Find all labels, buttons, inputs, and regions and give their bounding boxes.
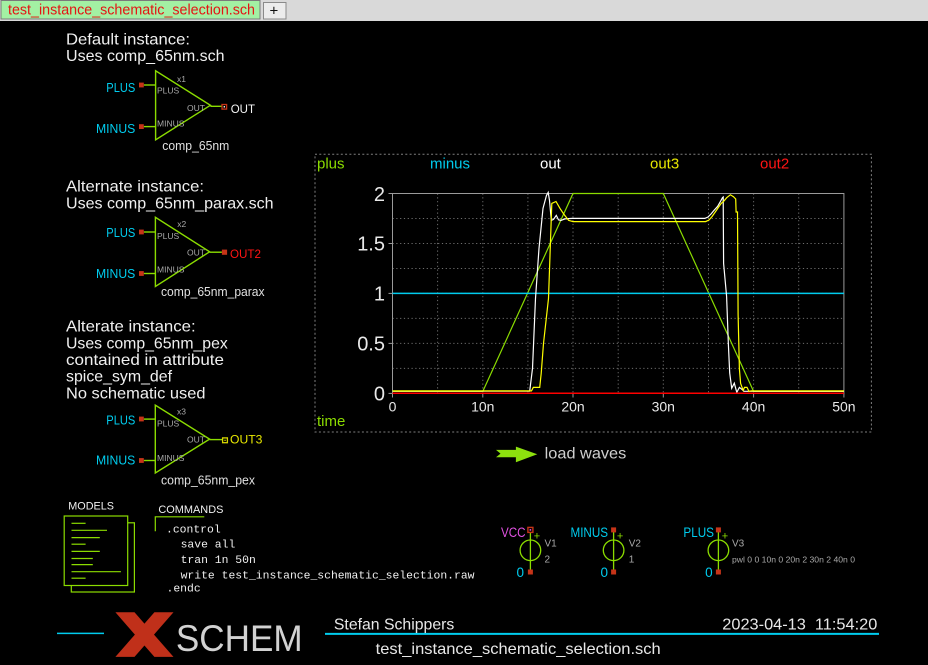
svg-text:Uses comp_65nm_pex: Uses comp_65nm_pex (66, 335, 228, 352)
svg-text:PLUS: PLUS (106, 226, 135, 240)
svg-text:PLUS: PLUS (157, 86, 180, 96)
svg-text:OUT: OUT (187, 247, 205, 257)
svg-text:OUT3: OUT3 (230, 432, 263, 446)
svg-text:Default instance:: Default instance: (66, 32, 190, 49)
svg-text:2023-04-13 11:54:20: 2023-04-13 11:54:20 (722, 617, 877, 634)
svg-text:SCHEM: SCHEM (176, 617, 303, 659)
svg-text:50n: 50n (832, 398, 855, 414)
svg-text:0.5: 0.5 (357, 334, 385, 356)
svg-text:time: time (317, 413, 345, 430)
svg-text:x3: x3 (177, 407, 186, 417)
svg-text:VCC: VCC (501, 525, 526, 540)
svg-text:save all: save all (181, 540, 236, 552)
svg-text:MINUS: MINUS (96, 454, 135, 468)
svg-text:20n: 20n (561, 398, 584, 414)
svg-text:load waves: load waves (545, 446, 627, 463)
svg-text:.control: .control (166, 524, 221, 536)
svg-text:2: 2 (545, 555, 551, 566)
svg-text:0: 0 (516, 565, 524, 580)
svg-text:tran 1n 50n: tran 1n 50n (181, 555, 256, 567)
svg-text:comp_65nm_pex: comp_65nm_pex (161, 474, 256, 488)
svg-text:0: 0 (389, 398, 397, 414)
svg-text:OUT: OUT (231, 102, 256, 116)
svg-text:0: 0 (705, 565, 713, 580)
svg-text:1: 1 (374, 284, 385, 306)
svg-text:contained in attribute: contained in attribute (66, 352, 224, 369)
svg-text:MINUS: MINUS (157, 453, 185, 463)
svg-text:10n: 10n (471, 398, 494, 414)
svg-text:PLUS: PLUS (106, 414, 135, 428)
svg-text:minus: minus (430, 156, 470, 173)
svg-text:MODELS: MODELS (68, 501, 114, 513)
svg-text:MINUS: MINUS (157, 118, 185, 128)
svg-text:pwl 0 0 10n 0 20n 2 30n 2 40n: pwl 0 0 10n 0 20n 2 30n 2 40n 0 (732, 554, 855, 564)
svg-text:MINUS: MINUS (96, 122, 135, 136)
svg-text:out3: out3 (650, 156, 679, 173)
svg-text:2: 2 (374, 184, 385, 206)
svg-text:MINUS: MINUS (157, 265, 185, 275)
svg-text:comp_65nm_parax: comp_65nm_parax (161, 285, 265, 299)
svg-text:PLUS: PLUS (157, 418, 180, 428)
svg-text:+: + (270, 3, 279, 20)
svg-text:plus: plus (317, 156, 345, 173)
svg-text:MINUS: MINUS (96, 267, 135, 281)
svg-text:PLUS: PLUS (683, 525, 714, 540)
svg-text:out2: out2 (760, 156, 789, 173)
svg-text:+: + (617, 531, 623, 543)
svg-text:0: 0 (374, 384, 385, 406)
svg-text:1.5: 1.5 (357, 234, 385, 256)
svg-text:V1: V1 (545, 538, 558, 549)
svg-text:V3: V3 (732, 538, 745, 549)
svg-text:1: 1 (629, 555, 635, 566)
svg-text:x2: x2 (177, 219, 186, 229)
svg-text:Uses comp_65nm_parax.sch: Uses comp_65nm_parax.sch (66, 195, 274, 212)
svg-text:No schematic used: No schematic used (66, 385, 206, 402)
svg-text:+: + (534, 531, 540, 543)
svg-text:test_instance_schematic_select: test_instance_schematic_selection.sch (376, 641, 661, 658)
svg-text:PLUS: PLUS (157, 231, 180, 241)
svg-text:0: 0 (600, 565, 608, 580)
svg-text:OUT2: OUT2 (230, 247, 261, 261)
svg-text:comp_65nm: comp_65nm (162, 139, 229, 153)
svg-text:V2: V2 (629, 538, 642, 549)
svg-text:40n: 40n (742, 398, 765, 414)
svg-text:Stefan Schippers: Stefan Schippers (334, 617, 454, 634)
svg-text:test_instance_schematic_select: test_instance_schematic_selection.sch (8, 3, 255, 19)
svg-text:+: + (722, 531, 728, 543)
svg-text:Alternate instance:: Alternate instance: (66, 179, 204, 196)
svg-text:30n: 30n (652, 398, 675, 414)
svg-text:out: out (540, 156, 562, 173)
svg-text:COMMANDS: COMMANDS (158, 504, 223, 516)
svg-text:MINUS: MINUS (571, 525, 609, 540)
svg-text:Uses comp_65nm.sch: Uses comp_65nm.sch (66, 48, 225, 65)
svg-text:PLUS: PLUS (106, 81, 135, 95)
svg-text:Alterate instance:: Alterate instance: (66, 319, 196, 336)
svg-text:write test_instance_schematic_: write test_instance_schematic_selection.… (181, 570, 475, 582)
svg-text:spice_sym_def: spice_sym_def (66, 369, 173, 386)
svg-text:OUT: OUT (187, 435, 205, 445)
svg-text:OUT: OUT (187, 103, 205, 113)
svg-text:.endc: .endc (167, 584, 201, 596)
svg-text:x1: x1 (177, 74, 186, 84)
